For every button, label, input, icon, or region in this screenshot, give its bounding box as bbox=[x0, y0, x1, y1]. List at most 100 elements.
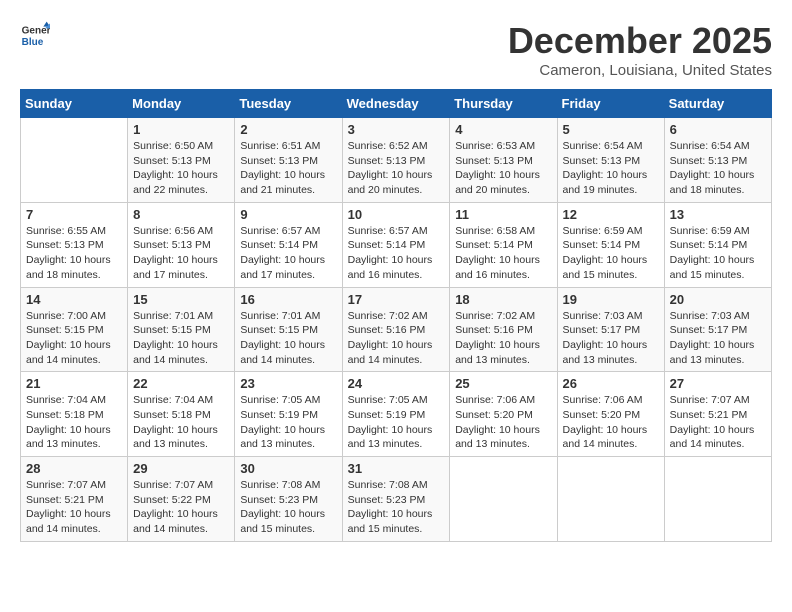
calendar-cell: 23 Sunrise: 7:05 AMSunset: 5:19 PMDayligh… bbox=[235, 372, 342, 457]
weekday-header-thursday: Thursday bbox=[450, 90, 557, 118]
day-number: 13 bbox=[670, 207, 766, 222]
day-info: Sunrise: 6:54 AMSunset: 5:13 PMDaylight:… bbox=[563, 139, 659, 198]
calendar-cell: 24 Sunrise: 7:05 AMSunset: 5:19 PMDayligh… bbox=[342, 372, 450, 457]
calendar-cell: 8 Sunrise: 6:56 AMSunset: 5:13 PMDaylight… bbox=[128, 202, 235, 287]
calendar-cell: 13 Sunrise: 6:59 AMSunset: 5:14 PMDayligh… bbox=[664, 202, 771, 287]
calendar-cell: 19 Sunrise: 7:03 AMSunset: 5:17 PMDayligh… bbox=[557, 287, 664, 372]
day-number: 1 bbox=[133, 122, 229, 137]
day-number: 4 bbox=[455, 122, 551, 137]
day-info: Sunrise: 7:03 AMSunset: 5:17 PMDaylight:… bbox=[670, 309, 766, 368]
calendar-title: December 2025 bbox=[508, 20, 772, 62]
calendar-cell: 29 Sunrise: 7:07 AMSunset: 5:22 PMDayligh… bbox=[128, 457, 235, 542]
day-number: 5 bbox=[563, 122, 659, 137]
day-info: Sunrise: 6:56 AMSunset: 5:13 PMDaylight:… bbox=[133, 224, 229, 283]
calendar-cell: 11 Sunrise: 6:58 AMSunset: 5:14 PMDayligh… bbox=[450, 202, 557, 287]
day-info: Sunrise: 7:01 AMSunset: 5:15 PMDaylight:… bbox=[240, 309, 336, 368]
calendar-cell bbox=[450, 457, 557, 542]
day-info: Sunrise: 7:05 AMSunset: 5:19 PMDaylight:… bbox=[240, 393, 336, 452]
calendar-cell: 18 Sunrise: 7:02 AMSunset: 5:16 PMDayligh… bbox=[450, 287, 557, 372]
calendar-cell: 31 Sunrise: 7:08 AMSunset: 5:23 PMDayligh… bbox=[342, 457, 450, 542]
day-number: 29 bbox=[133, 461, 229, 476]
day-info: Sunrise: 7:07 AMSunset: 5:21 PMDaylight:… bbox=[26, 478, 122, 537]
calendar-cell: 21 Sunrise: 7:04 AMSunset: 5:18 PMDayligh… bbox=[21, 372, 128, 457]
day-number: 30 bbox=[240, 461, 336, 476]
page-header: General Blue December 2025 Cameron, Loui… bbox=[20, 20, 772, 79]
day-info: Sunrise: 7:07 AMSunset: 5:22 PMDaylight:… bbox=[133, 478, 229, 537]
day-number: 27 bbox=[670, 376, 766, 391]
calendar-cell: 5 Sunrise: 6:54 AMSunset: 5:13 PMDaylight… bbox=[557, 118, 664, 203]
day-info: Sunrise: 6:51 AMSunset: 5:13 PMDaylight:… bbox=[240, 139, 336, 198]
day-number: 11 bbox=[455, 207, 551, 222]
day-info: Sunrise: 6:57 AMSunset: 5:14 PMDaylight:… bbox=[348, 224, 445, 283]
day-number: 31 bbox=[348, 461, 445, 476]
calendar-cell: 1 Sunrise: 6:50 AMSunset: 5:13 PMDaylight… bbox=[128, 118, 235, 203]
day-info: Sunrise: 7:00 AMSunset: 5:15 PMDaylight:… bbox=[26, 309, 122, 368]
day-info: Sunrise: 6:52 AMSunset: 5:13 PMDaylight:… bbox=[348, 139, 445, 198]
calendar-week-2: 7 Sunrise: 6:55 AMSunset: 5:13 PMDaylight… bbox=[21, 202, 772, 287]
day-number: 21 bbox=[26, 376, 122, 391]
day-number: 14 bbox=[26, 292, 122, 307]
day-info: Sunrise: 6:50 AMSunset: 5:13 PMDaylight:… bbox=[133, 139, 229, 198]
day-info: Sunrise: 6:57 AMSunset: 5:14 PMDaylight:… bbox=[240, 224, 336, 283]
calendar-subtitle: Cameron, Louisiana, United States bbox=[508, 62, 772, 79]
day-info: Sunrise: 7:08 AMSunset: 5:23 PMDaylight:… bbox=[348, 478, 445, 537]
day-info: Sunrise: 7:07 AMSunset: 5:21 PMDaylight:… bbox=[670, 393, 766, 452]
svg-text:General: General bbox=[22, 25, 50, 36]
day-number: 3 bbox=[348, 122, 445, 137]
day-number: 18 bbox=[455, 292, 551, 307]
calendar-cell bbox=[21, 118, 128, 203]
calendar-cell: 2 Sunrise: 6:51 AMSunset: 5:13 PMDaylight… bbox=[235, 118, 342, 203]
day-number: 8 bbox=[133, 207, 229, 222]
day-info: Sunrise: 6:53 AMSunset: 5:13 PMDaylight:… bbox=[455, 139, 551, 198]
day-number: 23 bbox=[240, 376, 336, 391]
svg-text:Blue: Blue bbox=[22, 37, 44, 48]
weekday-header-wednesday: Wednesday bbox=[342, 90, 450, 118]
weekday-header-sunday: Sunday bbox=[21, 90, 128, 118]
calendar-cell: 22Sunrise: 7:04 AMSunset: 5:18 PMDayligh… bbox=[128, 372, 235, 457]
day-number: 25 bbox=[455, 376, 551, 391]
calendar-cell: 3 Sunrise: 6:52 AMSunset: 5:13 PMDaylight… bbox=[342, 118, 450, 203]
day-number: 19 bbox=[563, 292, 659, 307]
day-number: 7 bbox=[26, 207, 122, 222]
weekday-header-friday: Friday bbox=[557, 90, 664, 118]
title-block: December 2025 Cameron, Louisiana, United… bbox=[508, 20, 772, 79]
day-info: Sunrise: 7:03 AMSunset: 5:17 PMDaylight:… bbox=[563, 309, 659, 368]
calendar-cell: 10 Sunrise: 6:57 AMSunset: 5:14 PMDayligh… bbox=[342, 202, 450, 287]
calendar-cell: 26 Sunrise: 7:06 AMSunset: 5:20 PMDayligh… bbox=[557, 372, 664, 457]
day-number: 26 bbox=[563, 376, 659, 391]
day-info: Sunrise: 6:59 AMSunset: 5:14 PMDaylight:… bbox=[670, 224, 766, 283]
day-info: Sunrise: 6:58 AMSunset: 5:14 PMDaylight:… bbox=[455, 224, 551, 283]
day-info: Sunrise: 7:02 AMSunset: 5:16 PMDaylight:… bbox=[348, 309, 445, 368]
calendar-table: SundayMondayTuesdayWednesdayThursdayFrid… bbox=[20, 89, 772, 542]
day-info: Sunrise: 7:05 AMSunset: 5:19 PMDaylight:… bbox=[348, 393, 445, 452]
calendar-cell: 15Sunrise: 7:01 AMSunset: 5:15 PMDayligh… bbox=[128, 287, 235, 372]
day-number: 2 bbox=[240, 122, 336, 137]
day-info: Sunrise: 7:01 AMSunset: 5:15 PMDaylight:… bbox=[133, 309, 229, 368]
day-info: Sunrise: 7:04 AMSunset: 5:18 PMDaylight:… bbox=[133, 393, 229, 452]
calendar-cell: 7 Sunrise: 6:55 AMSunset: 5:13 PMDaylight… bbox=[21, 202, 128, 287]
day-number: 9 bbox=[240, 207, 336, 222]
calendar-cell bbox=[664, 457, 771, 542]
calendar-cell: 12Sunrise: 6:59 AMSunset: 5:14 PMDayligh… bbox=[557, 202, 664, 287]
day-info: Sunrise: 6:55 AMSunset: 5:13 PMDaylight:… bbox=[26, 224, 122, 283]
day-info: Sunrise: 7:02 AMSunset: 5:16 PMDaylight:… bbox=[455, 309, 551, 368]
calendar-cell: 4 Sunrise: 6:53 AMSunset: 5:13 PMDaylight… bbox=[450, 118, 557, 203]
weekday-header-monday: Monday bbox=[128, 90, 235, 118]
day-number: 10 bbox=[348, 207, 445, 222]
day-info: Sunrise: 7:04 AMSunset: 5:18 PMDaylight:… bbox=[26, 393, 122, 452]
calendar-cell: 6Sunrise: 6:54 AMSunset: 5:13 PMDaylight… bbox=[664, 118, 771, 203]
day-info: Sunrise: 6:59 AMSunset: 5:14 PMDaylight:… bbox=[563, 224, 659, 283]
calendar-cell bbox=[557, 457, 664, 542]
calendar-cell: 28 Sunrise: 7:07 AMSunset: 5:21 PMDayligh… bbox=[21, 457, 128, 542]
day-number: 20 bbox=[670, 292, 766, 307]
calendar-cell: 17Sunrise: 7:02 AMSunset: 5:16 PMDayligh… bbox=[342, 287, 450, 372]
calendar-cell: 9 Sunrise: 6:57 AMSunset: 5:14 PMDaylight… bbox=[235, 202, 342, 287]
weekday-header-tuesday: Tuesday bbox=[235, 90, 342, 118]
day-info: Sunrise: 7:06 AMSunset: 5:20 PMDaylight:… bbox=[563, 393, 659, 452]
day-number: 16 bbox=[240, 292, 336, 307]
day-number: 6 bbox=[670, 122, 766, 137]
day-number: 28 bbox=[26, 461, 122, 476]
calendar-cell: 14 Sunrise: 7:00 AMSunset: 5:15 PMDayligh… bbox=[21, 287, 128, 372]
weekday-header-saturday: Saturday bbox=[664, 90, 771, 118]
day-number: 24 bbox=[348, 376, 445, 391]
